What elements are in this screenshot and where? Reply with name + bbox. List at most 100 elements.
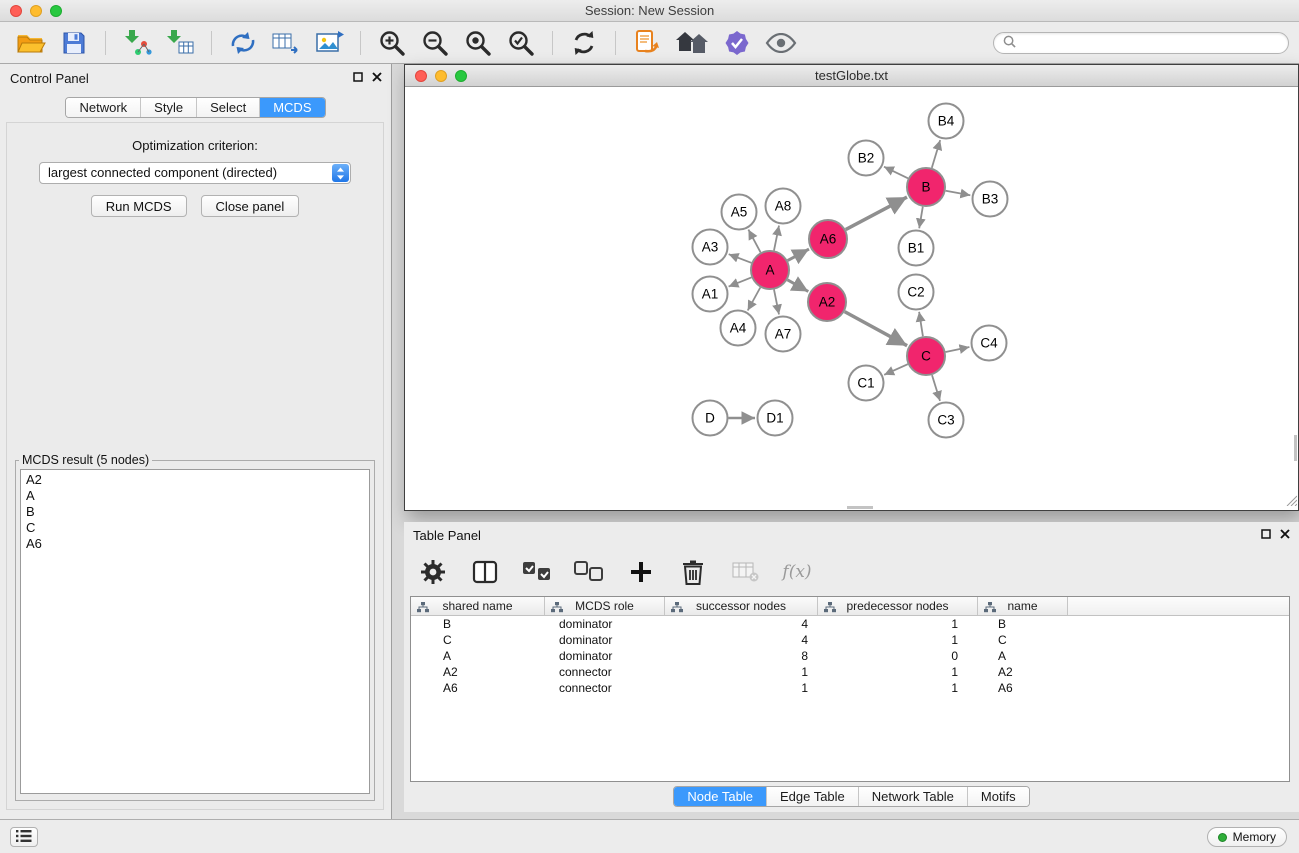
node-A2[interactable]: A2 <box>808 283 846 321</box>
edge-A-A6[interactable] <box>788 249 809 261</box>
horizontal-scrollbar[interactable] <box>847 506 873 509</box>
export-network-icon[interactable] <box>228 28 258 58</box>
float-panel-icon[interactable] <box>353 72 363 82</box>
add-icon[interactable] <box>626 557 656 587</box>
mcds-result-list[interactable]: A2ABCA6 <box>20 469 370 794</box>
resize-grip-icon[interactable] <box>1285 494 1297 509</box>
gear-icon[interactable] <box>418 557 448 587</box>
node-C4[interactable]: C4 <box>972 326 1007 361</box>
table-row[interactable]: Cdominator41C <box>411 632 1289 648</box>
node-A7[interactable]: A7 <box>766 317 801 352</box>
tab-mcds[interactable]: MCDS <box>259 98 324 117</box>
node-B2[interactable]: B2 <box>849 141 884 176</box>
delete-icon[interactable] <box>678 557 708 587</box>
import-table-icon[interactable] <box>165 28 195 58</box>
mcds-result-item[interactable]: B <box>21 504 369 520</box>
tab-edge-table[interactable]: Edge Table <box>766 787 858 806</box>
tab-node-table[interactable]: Node Table <box>674 787 766 806</box>
edge-A-A8[interactable] <box>774 226 779 251</box>
memory-button[interactable]: Memory <box>1207 827 1287 847</box>
edge-A2-C[interactable] <box>845 312 908 346</box>
node-A6[interactable]: A6 <box>809 220 847 258</box>
zoom-fit-icon[interactable] <box>463 28 493 58</box>
node-C[interactable]: C <box>907 337 945 375</box>
close-panel-icon[interactable] <box>1280 529 1290 539</box>
node-A3[interactable]: A3 <box>693 230 728 265</box>
column-header-successor-nodes[interactable]: successor nodes <box>665 597 818 615</box>
vertical-scrollbar[interactable] <box>1294 435 1297 461</box>
close-window-button[interactable] <box>10 5 22 17</box>
table-row[interactable]: Adominator80A <box>411 648 1289 664</box>
node-B1[interactable]: B1 <box>899 231 934 266</box>
eye-icon[interactable] <box>765 28 797 58</box>
column-header-name[interactable]: name <box>978 597 1068 615</box>
edge-B-B3[interactable] <box>946 191 971 196</box>
node-A[interactable]: A <box>751 251 789 289</box>
zoom-out-icon[interactable] <box>420 28 450 58</box>
edge-A-A1[interactable] <box>729 277 752 286</box>
save-icon[interactable] <box>59 28 89 58</box>
edge-C-C2[interactable] <box>919 312 923 336</box>
split-icon[interactable] <box>470 557 500 587</box>
export-table-icon[interactable] <box>271 28 301 58</box>
zoom-window-button[interactable] <box>50 5 62 17</box>
select-all-icon[interactable] <box>522 557 552 587</box>
zoom-in-icon[interactable] <box>377 28 407 58</box>
float-panel-icon[interactable] <box>1261 529 1271 539</box>
edge-B-B4[interactable] <box>932 140 940 168</box>
close-view-button[interactable] <box>415 70 427 82</box>
minimize-window-button[interactable] <box>30 5 42 17</box>
mcds-result-item[interactable]: A2 <box>21 472 369 488</box>
table-row[interactable]: A2connector11A2 <box>411 664 1289 680</box>
column-header-shared-name[interactable]: shared name <box>411 597 545 615</box>
node-A5[interactable]: A5 <box>722 195 757 230</box>
edge-A-A2[interactable] <box>787 280 808 292</box>
open-icon[interactable] <box>16 28 46 58</box>
edge-A-A4[interactable] <box>748 288 761 311</box>
node-C3[interactable]: C3 <box>929 403 964 438</box>
minimize-view-button[interactable] <box>435 70 447 82</box>
node-C2[interactable]: C2 <box>899 275 934 310</box>
tab-motifs[interactable]: Motifs <box>967 787 1029 806</box>
home-icon[interactable] <box>675 28 709 58</box>
close-panel-button[interactable]: Close panel <box>201 195 300 217</box>
edge-A-A5[interactable] <box>748 230 760 253</box>
edge-A-A7[interactable] <box>774 290 779 315</box>
network-window-titlebar[interactable]: testGlobe.txt <box>405 65 1298 87</box>
edge-B-B2[interactable] <box>884 167 908 179</box>
import-network-icon[interactable] <box>122 28 152 58</box>
edge-B-B1[interactable] <box>919 207 923 229</box>
export-image-icon[interactable] <box>314 28 344 58</box>
refresh-icon[interactable] <box>569 28 599 58</box>
tab-select[interactable]: Select <box>196 98 259 117</box>
node-B4[interactable]: B4 <box>929 104 964 139</box>
edge-C-C1[interactable] <box>884 364 908 375</box>
zoom-view-button[interactable] <box>455 70 467 82</box>
node-D1[interactable]: D1 <box>758 401 793 436</box>
tab-network-table[interactable]: Network Table <box>858 787 967 806</box>
mcds-result-item[interactable]: A6 <box>21 536 369 552</box>
network-canvas-svg[interactable]: B4B2BB3A5A8A6B1A3AC2A1A2A4A7C4CC1C3DD1 <box>405 87 1296 510</box>
edge-C-C3[interactable] <box>932 375 940 401</box>
search-input[interactable] <box>1021 36 1279 50</box>
node-D[interactable]: D <box>693 401 728 436</box>
edge-C-C4[interactable] <box>946 347 970 352</box>
column-header-predecessor-nodes[interactable]: predecessor nodes <box>818 597 978 615</box>
run-mcds-button[interactable]: Run MCDS <box>91 195 187 217</box>
node-B3[interactable]: B3 <box>973 182 1008 217</box>
column-header-MCDS-role[interactable]: MCDS role <box>545 597 665 615</box>
table-row[interactable]: Bdominator41B <box>411 616 1289 632</box>
show-panels-button[interactable] <box>10 827 38 847</box>
optimization-select[interactable]: largest connected component (directed) <box>39 162 351 184</box>
tab-network[interactable]: Network <box>66 98 140 117</box>
deselect-all-icon[interactable] <box>574 557 604 587</box>
clipboard-icon[interactable] <box>632 28 662 58</box>
node-A8[interactable]: A8 <box>766 189 801 224</box>
tab-style[interactable]: Style <box>140 98 196 117</box>
node-B[interactable]: B <box>907 168 945 206</box>
mcds-result-item[interactable]: A <box>21 488 369 504</box>
network-canvas[interactable]: B4B2BB3A5A8A6B1A3AC2A1A2A4A7C4CC1C3DD1 <box>405 87 1298 510</box>
edge-A-A3[interactable] <box>729 254 752 263</box>
mcds-result-item[interactable]: C <box>21 520 369 536</box>
close-panel-icon[interactable] <box>372 72 382 82</box>
